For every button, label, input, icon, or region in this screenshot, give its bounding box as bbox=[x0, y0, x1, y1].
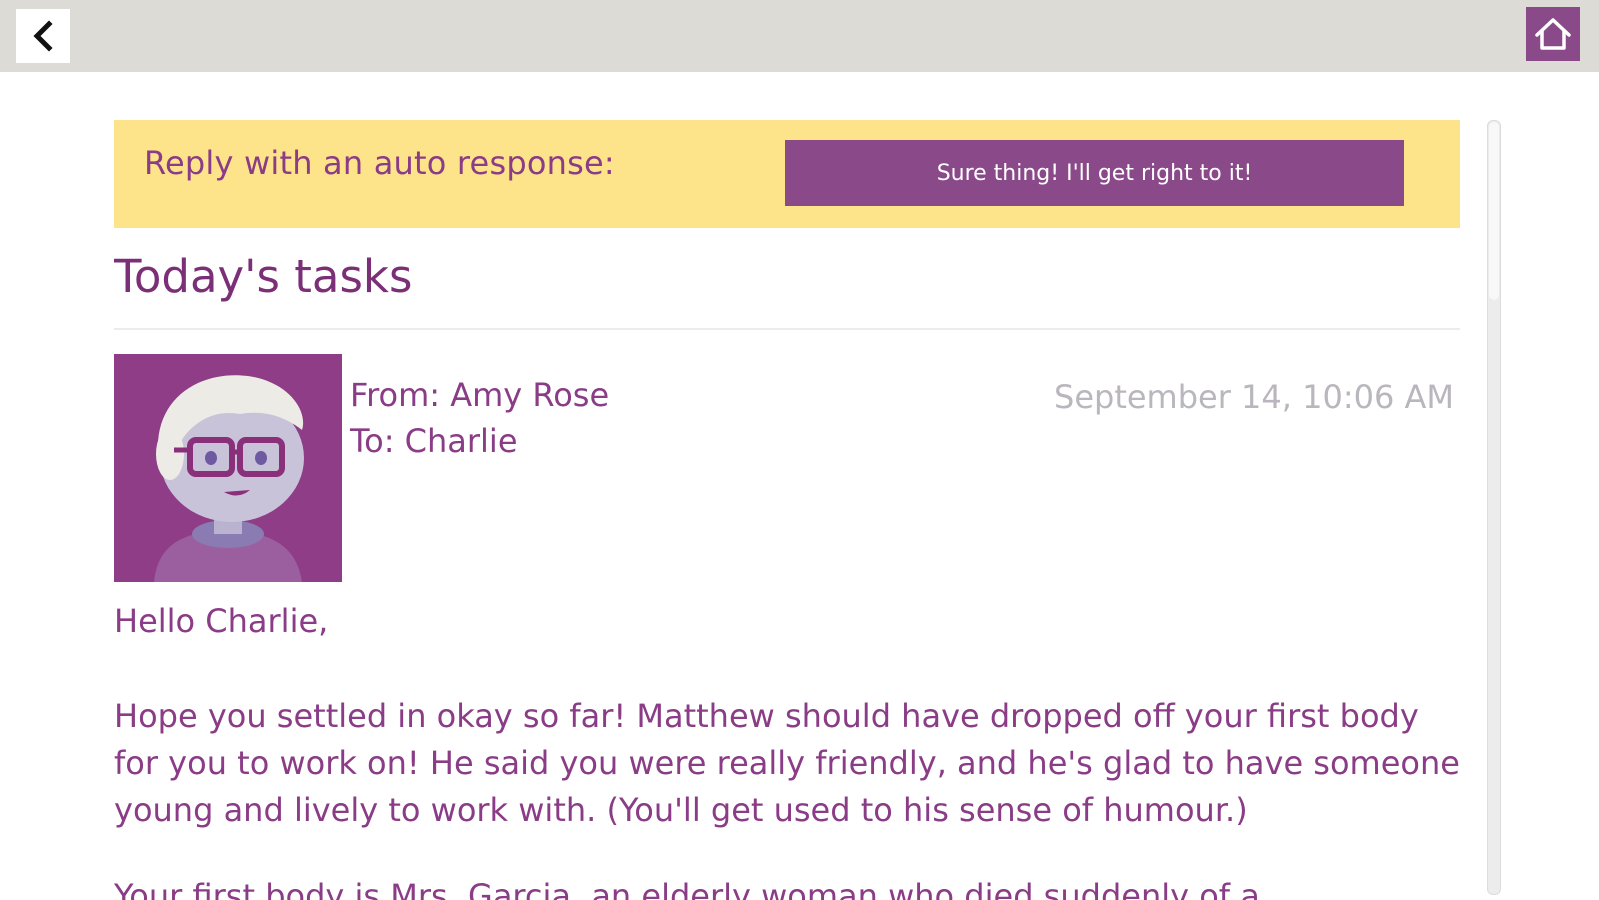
message-to: To: Charlie bbox=[350, 422, 518, 460]
message-panel: Reply with an auto response: Sure thing!… bbox=[114, 120, 1462, 900]
top-bar bbox=[0, 0, 1599, 72]
message-body-paragraph: Hope you settled in okay so far! Matthew… bbox=[114, 697, 1460, 829]
divider bbox=[114, 328, 1460, 330]
message-body-paragraph-cutoff: Your first body is Mrs. Garcia, an elder… bbox=[114, 877, 1260, 900]
message-date: September 14, 10:06 AM bbox=[1054, 378, 1454, 416]
home-button[interactable] bbox=[1526, 7, 1580, 61]
sender-avatar bbox=[114, 354, 342, 582]
home-icon bbox=[1535, 18, 1571, 50]
scrollbar[interactable] bbox=[1487, 120, 1501, 895]
message-from: From: Amy Rose bbox=[350, 376, 610, 414]
scrollbar-thumb[interactable] bbox=[1489, 122, 1499, 300]
auto-response-label: Reply with an auto response: bbox=[144, 144, 615, 182]
page-title: Today's tasks bbox=[114, 250, 413, 303]
auto-response-button[interactable]: Sure thing! I'll get right to it! bbox=[785, 140, 1404, 206]
back-button[interactable] bbox=[16, 9, 70, 63]
chevron-left-icon bbox=[33, 20, 53, 52]
auto-response-banner: Reply with an auto response: Sure thing!… bbox=[114, 120, 1460, 228]
message-greeting: Hello Charlie, bbox=[114, 602, 329, 640]
